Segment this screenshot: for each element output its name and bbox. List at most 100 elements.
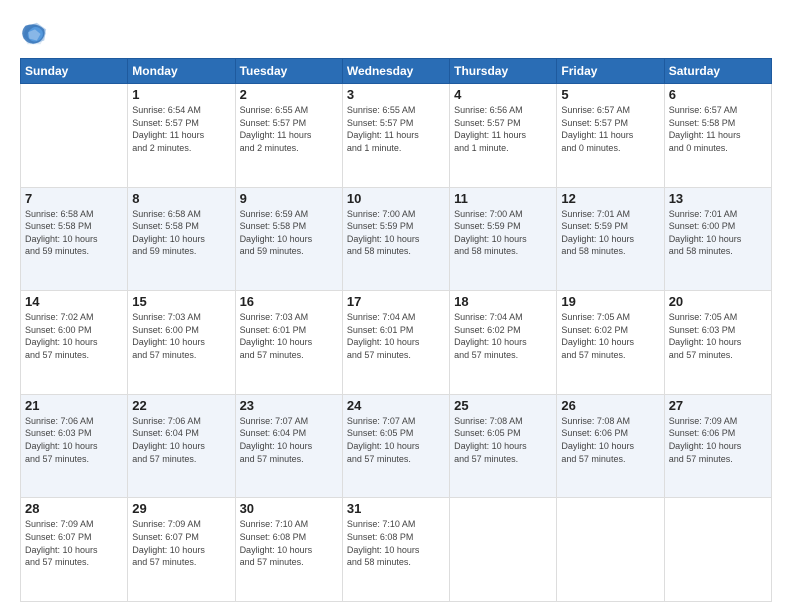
- cell-info: Sunrise: 7:01 AM Sunset: 6:00 PM Dayligh…: [669, 208, 767, 258]
- day-number: 10: [347, 191, 445, 206]
- cell-info: Sunrise: 7:08 AM Sunset: 6:05 PM Dayligh…: [454, 415, 552, 465]
- day-number: 22: [132, 398, 230, 413]
- cell-info: Sunrise: 7:00 AM Sunset: 5:59 PM Dayligh…: [454, 208, 552, 258]
- calendar-cell: 26 Sunrise: 7:08 AM Sunset: 6:06 PM Dayli…: [557, 394, 664, 498]
- calendar-cell: 13 Sunrise: 7:01 AM Sunset: 6:00 PM Dayli…: [664, 187, 771, 291]
- cell-info: Sunrise: 7:06 AM Sunset: 6:03 PM Dayligh…: [25, 415, 123, 465]
- calendar-week-4: 21 Sunrise: 7:06 AM Sunset: 6:03 PM Dayli…: [21, 394, 772, 498]
- calendar-cell: [450, 498, 557, 602]
- weekday-header-saturday: Saturday: [664, 59, 771, 84]
- cell-info: Sunrise: 7:05 AM Sunset: 6:03 PM Dayligh…: [669, 311, 767, 361]
- cell-info: Sunrise: 6:55 AM Sunset: 5:57 PM Dayligh…: [347, 104, 445, 154]
- calendar-cell: 8 Sunrise: 6:58 AM Sunset: 5:58 PM Daylig…: [128, 187, 235, 291]
- day-number: 31: [347, 501, 445, 516]
- day-number: 14: [25, 294, 123, 309]
- calendar-cell: 7 Sunrise: 6:58 AM Sunset: 5:58 PM Daylig…: [21, 187, 128, 291]
- day-number: 19: [561, 294, 659, 309]
- cell-info: Sunrise: 6:57 AM Sunset: 5:58 PM Dayligh…: [669, 104, 767, 154]
- cell-info: Sunrise: 7:02 AM Sunset: 6:00 PM Dayligh…: [25, 311, 123, 361]
- day-number: 9: [240, 191, 338, 206]
- calendar-week-3: 14 Sunrise: 7:02 AM Sunset: 6:00 PM Dayli…: [21, 291, 772, 395]
- calendar-cell: 29 Sunrise: 7:09 AM Sunset: 6:07 PM Dayli…: [128, 498, 235, 602]
- cell-info: Sunrise: 7:06 AM Sunset: 6:04 PM Dayligh…: [132, 415, 230, 465]
- logo-icon: [20, 20, 48, 48]
- calendar-cell: 4 Sunrise: 6:56 AM Sunset: 5:57 PM Daylig…: [450, 84, 557, 188]
- day-number: 24: [347, 398, 445, 413]
- calendar-cell: 24 Sunrise: 7:07 AM Sunset: 6:05 PM Dayli…: [342, 394, 449, 498]
- calendar-cell: 12Sunrise: 7:01 AM Sunset: 5:59 PM Dayli…: [557, 187, 664, 291]
- calendar-cell: 5Sunrise: 6:57 AM Sunset: 5:57 PM Daylig…: [557, 84, 664, 188]
- calendar: SundayMondayTuesdayWednesdayThursdayFrid…: [20, 58, 772, 602]
- cell-info: Sunrise: 6:59 AM Sunset: 5:58 PM Dayligh…: [240, 208, 338, 258]
- calendar-cell: 31 Sunrise: 7:10 AM Sunset: 6:08 PM Dayli…: [342, 498, 449, 602]
- weekday-header-wednesday: Wednesday: [342, 59, 449, 84]
- day-number: 5: [561, 87, 659, 102]
- calendar-cell: 9 Sunrise: 6:59 AM Sunset: 5:58 PM Daylig…: [235, 187, 342, 291]
- day-number: 2: [240, 87, 338, 102]
- cell-info: Sunrise: 7:09 AM Sunset: 6:07 PM Dayligh…: [132, 518, 230, 568]
- calendar-cell: 30Sunrise: 7:10 AM Sunset: 6:08 PM Dayli…: [235, 498, 342, 602]
- calendar-cell: 19Sunrise: 7:05 AM Sunset: 6:02 PM Dayli…: [557, 291, 664, 395]
- weekday-header-row: SundayMondayTuesdayWednesdayThursdayFrid…: [21, 59, 772, 84]
- day-number: 15: [132, 294, 230, 309]
- calendar-cell: [557, 498, 664, 602]
- weekday-header-friday: Friday: [557, 59, 664, 84]
- day-number: 11: [454, 191, 552, 206]
- cell-info: Sunrise: 7:09 AM Sunset: 6:06 PM Dayligh…: [669, 415, 767, 465]
- day-number: 17: [347, 294, 445, 309]
- day-number: 16: [240, 294, 338, 309]
- day-number: 7: [25, 191, 123, 206]
- cell-info: Sunrise: 7:07 AM Sunset: 6:04 PM Dayligh…: [240, 415, 338, 465]
- cell-info: Sunrise: 7:08 AM Sunset: 6:06 PM Dayligh…: [561, 415, 659, 465]
- day-number: 4: [454, 87, 552, 102]
- calendar-cell: 17 Sunrise: 7:04 AM Sunset: 6:01 PM Dayli…: [342, 291, 449, 395]
- calendar-cell: 3 Sunrise: 6:55 AM Sunset: 5:57 PM Daylig…: [342, 84, 449, 188]
- calendar-cell: 1Sunrise: 6:54 AM Sunset: 5:57 PM Daylig…: [128, 84, 235, 188]
- cell-info: Sunrise: 6:58 AM Sunset: 5:58 PM Dayligh…: [25, 208, 123, 258]
- calendar-week-1: 1Sunrise: 6:54 AM Sunset: 5:57 PM Daylig…: [21, 84, 772, 188]
- cell-info: Sunrise: 7:03 AM Sunset: 6:01 PM Dayligh…: [240, 311, 338, 361]
- calendar-cell: 23 Sunrise: 7:07 AM Sunset: 6:04 PM Dayli…: [235, 394, 342, 498]
- logo: [20, 20, 52, 48]
- day-number: 18: [454, 294, 552, 309]
- calendar-cell: 11 Sunrise: 7:00 AM Sunset: 5:59 PM Dayli…: [450, 187, 557, 291]
- day-number: 6: [669, 87, 767, 102]
- page: SundayMondayTuesdayWednesdayThursdayFrid…: [0, 0, 792, 612]
- calendar-cell: 21 Sunrise: 7:06 AM Sunset: 6:03 PM Dayli…: [21, 394, 128, 498]
- cell-info: Sunrise: 7:03 AM Sunset: 6:00 PM Dayligh…: [132, 311, 230, 361]
- calendar-cell: 2 Sunrise: 6:55 AM Sunset: 5:57 PM Daylig…: [235, 84, 342, 188]
- calendar-cell: 16 Sunrise: 7:03 AM Sunset: 6:01 PM Dayli…: [235, 291, 342, 395]
- cell-info: Sunrise: 7:07 AM Sunset: 6:05 PM Dayligh…: [347, 415, 445, 465]
- cell-info: Sunrise: 7:09 AM Sunset: 6:07 PM Dayligh…: [25, 518, 123, 568]
- day-number: 30: [240, 501, 338, 516]
- calendar-cell: 10 Sunrise: 7:00 AM Sunset: 5:59 PM Dayli…: [342, 187, 449, 291]
- day-number: 29: [132, 501, 230, 516]
- cell-info: Sunrise: 7:10 AM Sunset: 6:08 PM Dayligh…: [347, 518, 445, 568]
- calendar-cell: 6 Sunrise: 6:57 AM Sunset: 5:58 PM Daylig…: [664, 84, 771, 188]
- cell-info: Sunrise: 6:54 AM Sunset: 5:57 PM Dayligh…: [132, 104, 230, 154]
- day-number: 23: [240, 398, 338, 413]
- day-number: 26: [561, 398, 659, 413]
- day-number: 3: [347, 87, 445, 102]
- calendar-cell: 20 Sunrise: 7:05 AM Sunset: 6:03 PM Dayli…: [664, 291, 771, 395]
- calendar-cell: [21, 84, 128, 188]
- calendar-cell: 15 Sunrise: 7:03 AM Sunset: 6:00 PM Dayli…: [128, 291, 235, 395]
- weekday-header-tuesday: Tuesday: [235, 59, 342, 84]
- cell-info: Sunrise: 7:04 AM Sunset: 6:02 PM Dayligh…: [454, 311, 552, 361]
- day-number: 25: [454, 398, 552, 413]
- day-number: 13: [669, 191, 767, 206]
- cell-info: Sunrise: 6:58 AM Sunset: 5:58 PM Dayligh…: [132, 208, 230, 258]
- cell-info: Sunrise: 7:00 AM Sunset: 5:59 PM Dayligh…: [347, 208, 445, 258]
- cell-info: Sunrise: 6:56 AM Sunset: 5:57 PM Dayligh…: [454, 104, 552, 154]
- calendar-week-2: 7 Sunrise: 6:58 AM Sunset: 5:58 PM Daylig…: [21, 187, 772, 291]
- calendar-cell: 27Sunrise: 7:09 AM Sunset: 6:06 PM Dayli…: [664, 394, 771, 498]
- day-number: 12: [561, 191, 659, 206]
- calendar-cell: 18 Sunrise: 7:04 AM Sunset: 6:02 PM Dayli…: [450, 291, 557, 395]
- cell-info: Sunrise: 6:55 AM Sunset: 5:57 PM Dayligh…: [240, 104, 338, 154]
- calendar-cell: 14 Sunrise: 7:02 AM Sunset: 6:00 PM Dayli…: [21, 291, 128, 395]
- day-number: 8: [132, 191, 230, 206]
- day-number: 21: [25, 398, 123, 413]
- day-number: 20: [669, 294, 767, 309]
- header: [20, 20, 772, 48]
- cell-info: Sunrise: 7:04 AM Sunset: 6:01 PM Dayligh…: [347, 311, 445, 361]
